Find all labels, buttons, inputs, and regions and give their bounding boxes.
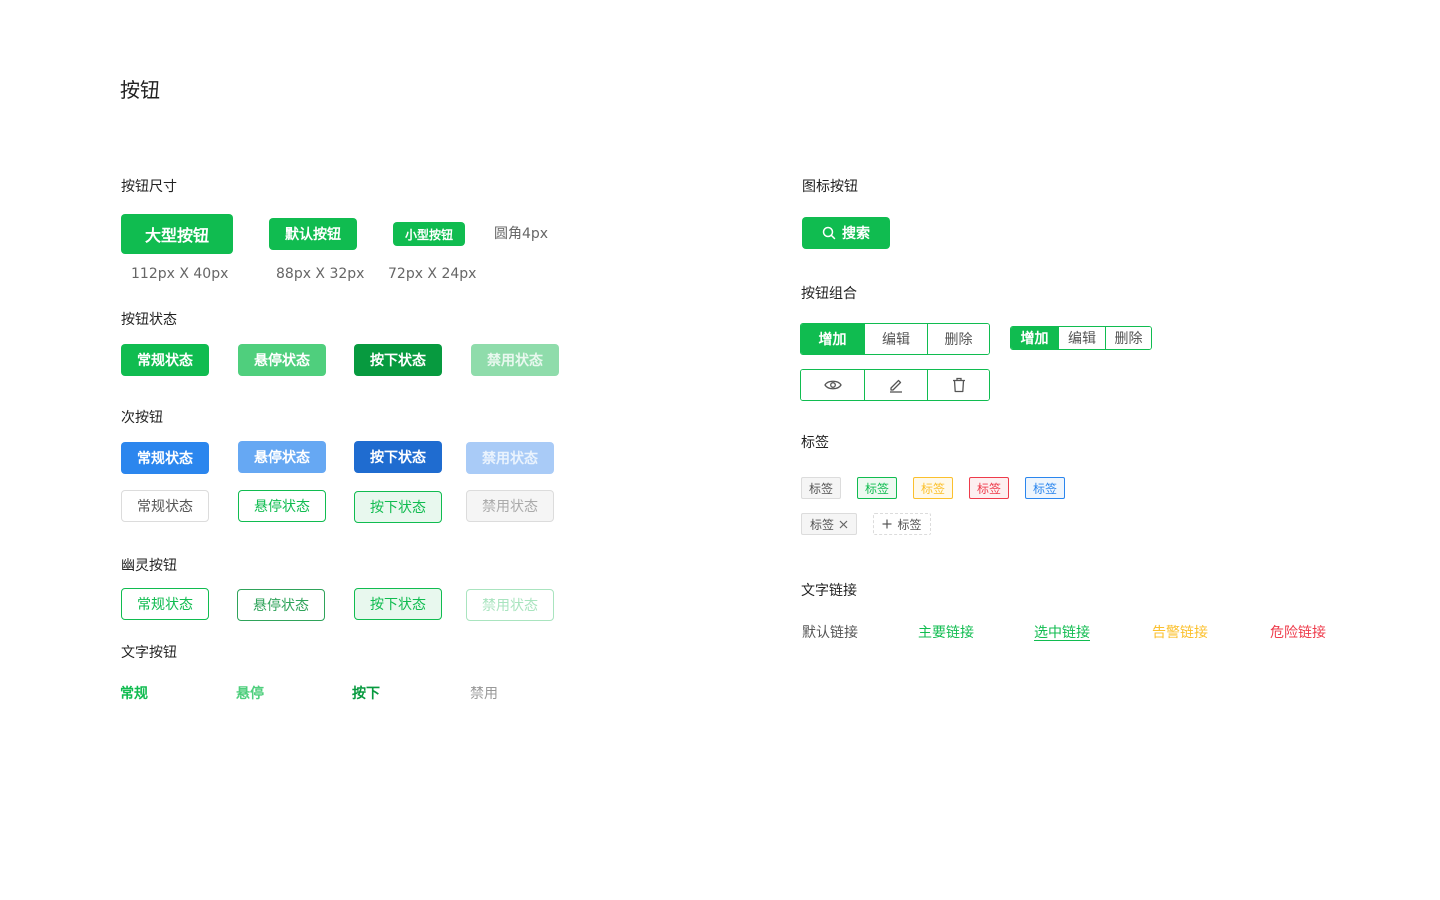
ghost-pressed-button[interactable]: 按下状态 xyxy=(354,588,442,620)
group-delete-button[interactable]: 删除 xyxy=(927,324,989,354)
text-pressed-button[interactable]: 按下 xyxy=(352,683,380,703)
default-caption: 88px X 32px xyxy=(276,266,365,282)
outline-normal-button[interactable]: 常规状态 xyxy=(121,490,209,522)
button-group-small: 增加 编辑 删除 xyxy=(1010,326,1152,350)
section-title-icon-buttons: 图标按钮 xyxy=(802,179,858,195)
button-group-large: 增加 编辑 删除 xyxy=(800,323,990,355)
outline-hover-button[interactable]: 悬停状态 xyxy=(238,490,326,522)
eye-icon xyxy=(823,379,842,391)
search-button[interactable]: 搜索 xyxy=(802,217,890,249)
primary-normal-button[interactable]: 常规状态 xyxy=(121,344,209,376)
tag-add-label: 标签 xyxy=(897,517,922,532)
tag-default: 标签 xyxy=(801,477,841,499)
section-title-groups: 按钮组合 xyxy=(801,286,857,302)
section-title-secondary: 次按钮 xyxy=(121,410,163,426)
link-primary[interactable]: 主要链接 xyxy=(918,622,974,642)
section-title-links: 文字链接 xyxy=(801,583,857,599)
tag-green: 标签 xyxy=(857,477,897,499)
outline-pressed-button[interactable]: 按下状态 xyxy=(354,491,442,523)
search-icon xyxy=(822,226,836,240)
section-title-tags: 标签 xyxy=(801,435,829,451)
group-small-edit-button[interactable]: 编辑 xyxy=(1058,327,1105,349)
section-title-states: 按钮状态 xyxy=(121,312,177,328)
trash-icon xyxy=(952,377,966,393)
tag-closable-label: 标签 xyxy=(809,517,834,532)
group-add-button[interactable]: 增加 xyxy=(801,324,864,354)
group-view-button[interactable] xyxy=(801,370,864,400)
ghost-normal-button[interactable]: 常规状态 xyxy=(121,588,209,620)
section-title-text-buttons: 文字按钮 xyxy=(121,645,177,661)
large-button[interactable]: 大型按钮 xyxy=(121,214,233,254)
secondary-disabled-button[interactable]: 禁用状态 xyxy=(466,442,554,474)
group-small-add-button[interactable]: 增加 xyxy=(1011,327,1058,349)
section-title-sizes: 按钮尺寸 xyxy=(121,179,177,195)
primary-hover-button[interactable]: 悬停状态 xyxy=(238,344,326,376)
ghost-hover-button[interactable]: 悬停状态 xyxy=(237,589,325,621)
edit-icon xyxy=(888,377,904,393)
secondary-normal-button[interactable]: 常规状态 xyxy=(121,442,209,474)
primary-pressed-button[interactable]: 按下状态 xyxy=(354,344,442,376)
small-button[interactable]: 小型按钮 xyxy=(393,222,465,246)
tag-closable: 标签 xyxy=(801,513,857,535)
text-hover-button[interactable]: 悬停 xyxy=(236,683,264,703)
text-normal-button[interactable]: 常规 xyxy=(120,683,148,703)
outline-disabled-button[interactable]: 禁用状态 xyxy=(466,490,554,522)
large-caption: 112px X 40px xyxy=(131,266,229,282)
section-title-ghost: 幽灵按钮 xyxy=(121,558,177,574)
link-warning[interactable]: 告警链接 xyxy=(1152,622,1208,642)
link-danger[interactable]: 危险链接 xyxy=(1270,622,1326,642)
group-delete-icon-button[interactable] xyxy=(927,370,989,400)
ghost-disabled-button[interactable]: 禁用状态 xyxy=(466,589,554,621)
group-edit-icon-button[interactable] xyxy=(864,370,927,400)
tag-add-button[interactable]: 标签 xyxy=(873,513,931,535)
group-small-delete-button[interactable]: 删除 xyxy=(1105,327,1151,349)
default-button[interactable]: 默认按钮 xyxy=(269,218,357,250)
secondary-hover-button[interactable]: 悬停状态 xyxy=(238,441,326,473)
small-caption: 72px X 24px xyxy=(388,266,477,282)
search-button-label: 搜索 xyxy=(842,226,870,242)
plus-icon xyxy=(882,519,892,529)
button-group-icons xyxy=(800,369,990,401)
link-default[interactable]: 默认链接 xyxy=(802,622,858,642)
link-selected[interactable]: 选中链接 xyxy=(1034,622,1090,642)
radius-note: 圆角4px xyxy=(494,226,549,242)
close-icon[interactable] xyxy=(839,520,848,529)
primary-disabled-button[interactable]: 禁用状态 xyxy=(471,344,559,376)
tag-blue: 标签 xyxy=(1025,477,1065,499)
tag-red: 标签 xyxy=(969,477,1009,499)
page-title: 按钮 xyxy=(120,78,160,102)
group-edit-button[interactable]: 编辑 xyxy=(864,324,927,354)
tag-yellow: 标签 xyxy=(913,477,953,499)
secondary-pressed-button[interactable]: 按下状态 xyxy=(354,441,442,473)
text-disabled-button[interactable]: 禁用 xyxy=(470,683,498,703)
